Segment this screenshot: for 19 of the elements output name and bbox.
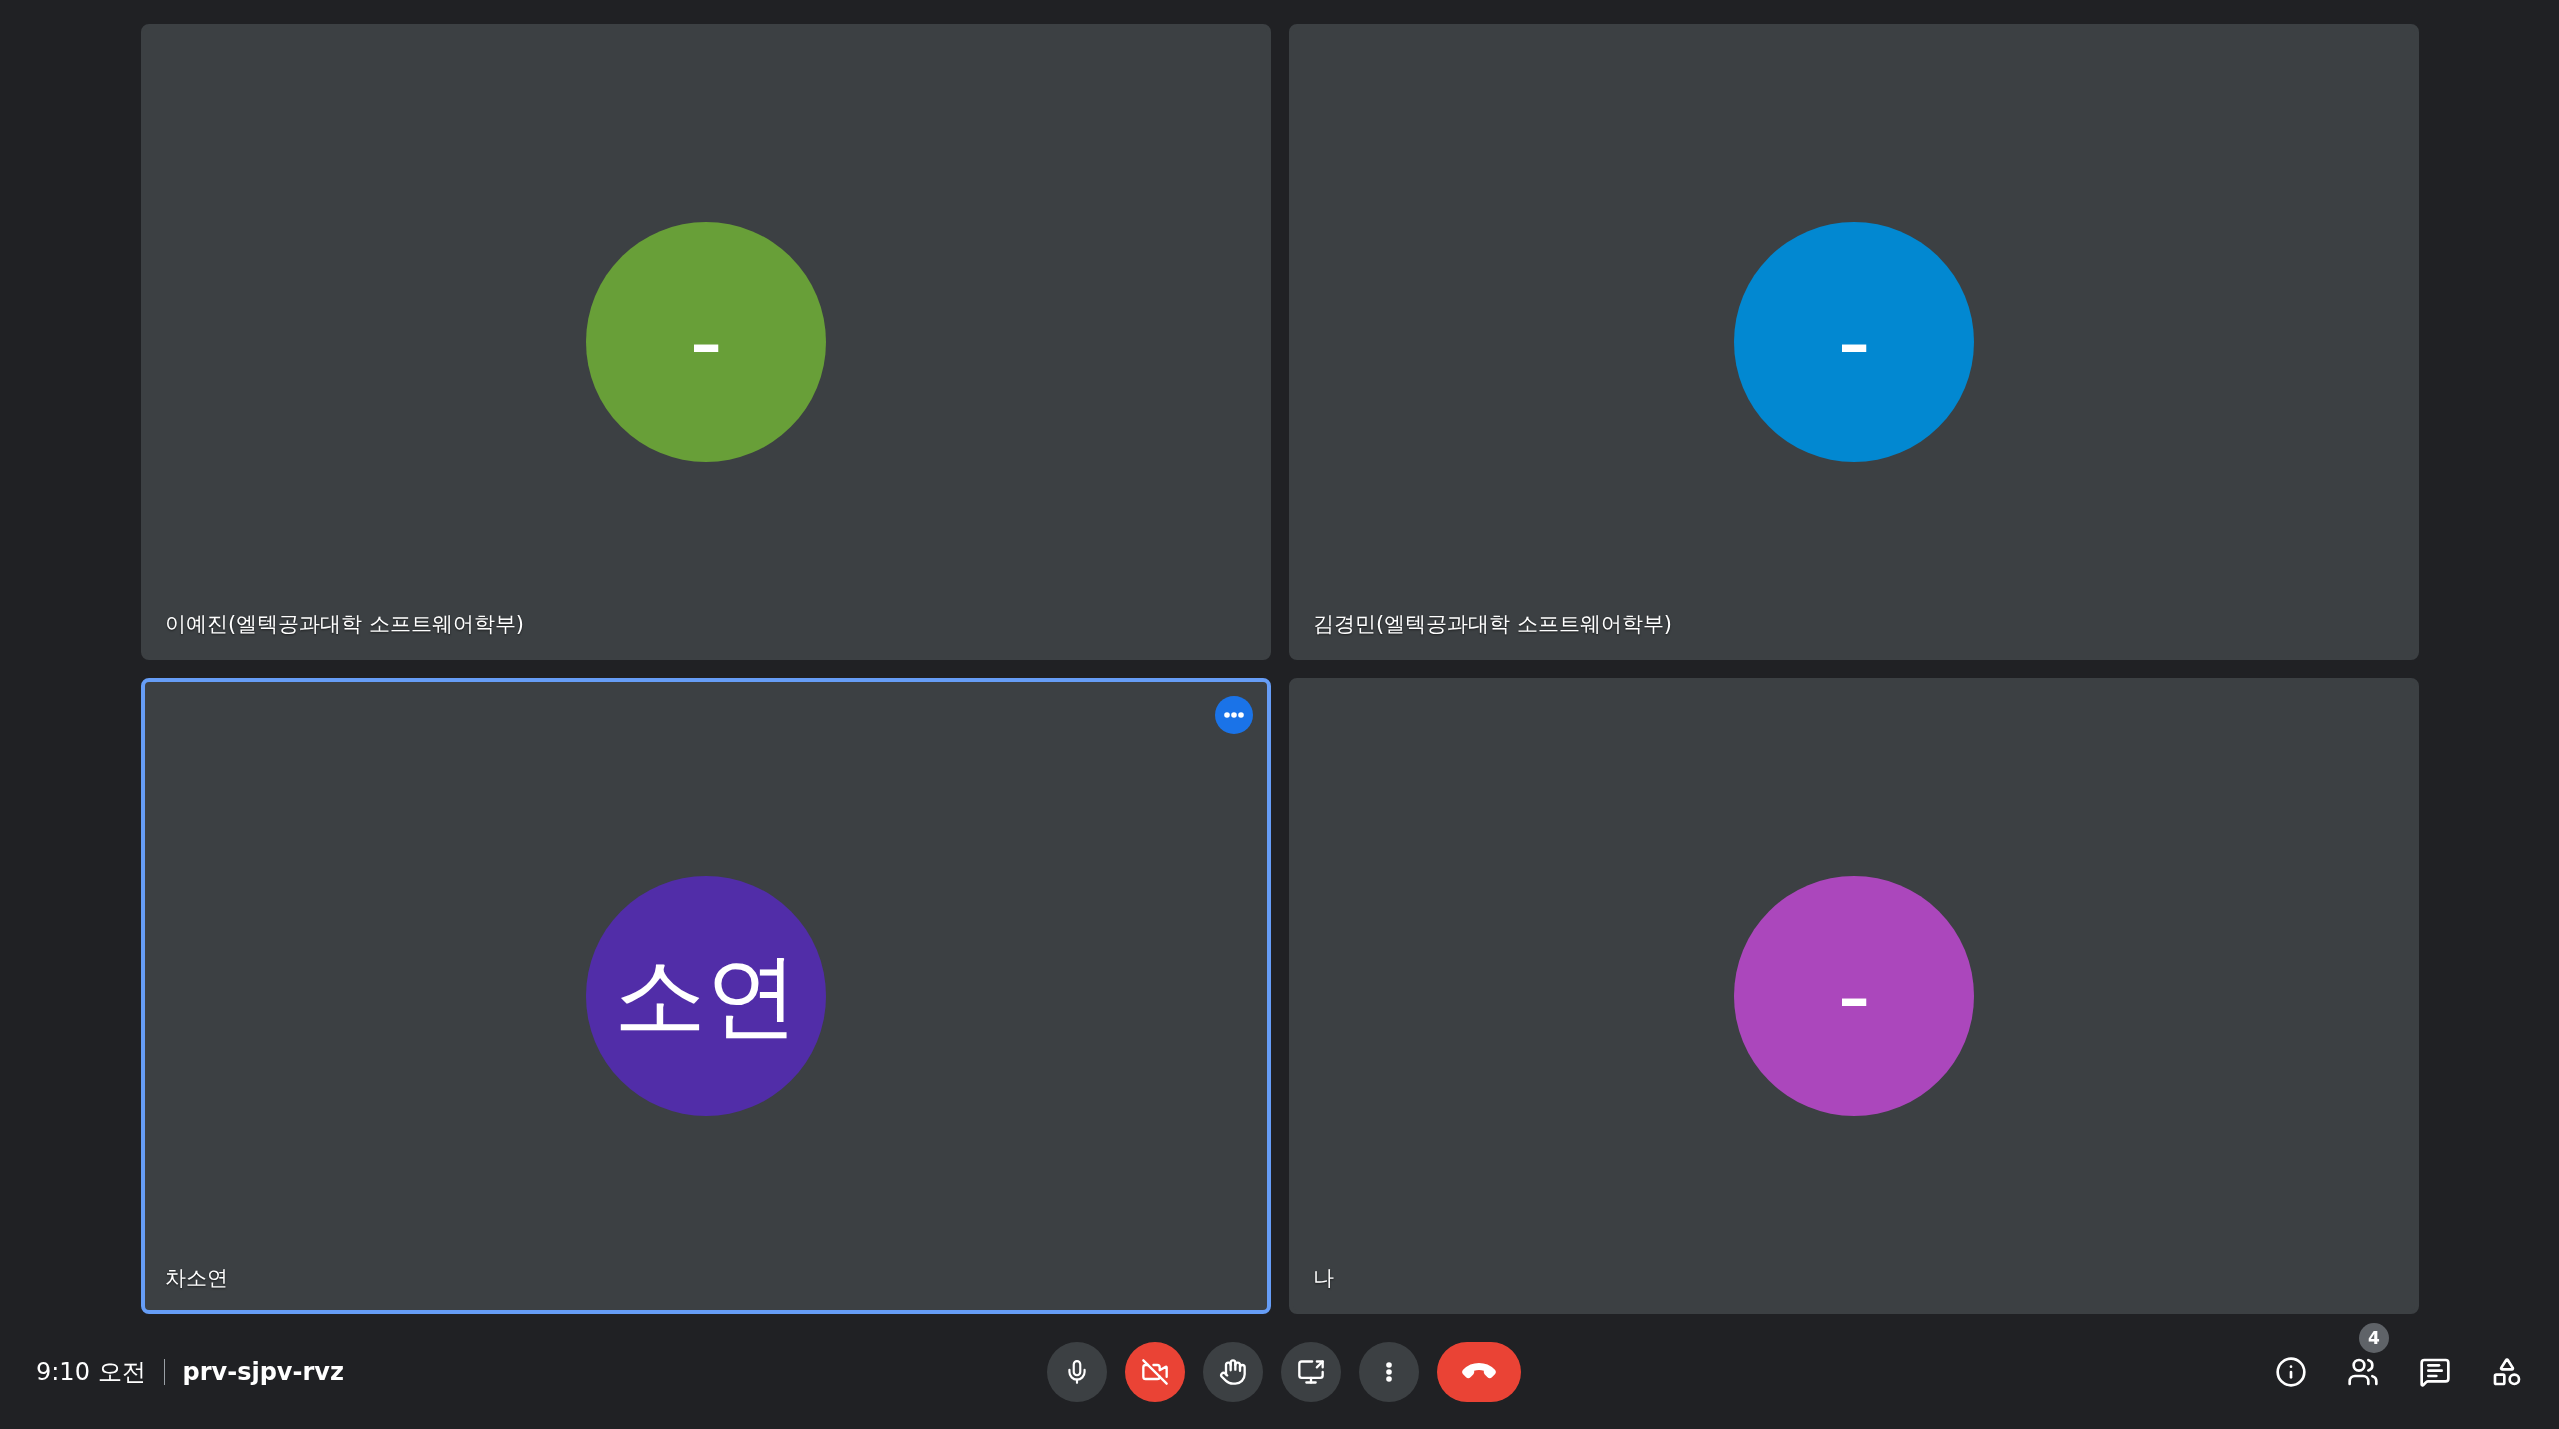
more-icon [1385,1361,1392,1382]
shapes-icon [2491,1355,2523,1388]
hand-icon [1218,1357,1247,1386]
count-badge: 4 [2359,1322,2389,1353]
avatar: - [1734,222,1974,462]
clock-time: 9:10 오전 [36,1356,146,1388]
more-icon [1224,712,1244,718]
present-screen-icon [1296,1357,1325,1386]
camera-off-icon [1140,1357,1169,1386]
avatar: - [586,222,826,462]
meeting-code: prv-sjpv-rvz [182,1357,344,1386]
participant-name: 김경민(엘텍공과대학 소프트웨어학부) [1313,611,1673,638]
participant-name: 차소연 [165,1265,228,1292]
avatar: - [1734,876,1974,1116]
participant-name: 이예진(엘텍공과대학 소프트웨어학부) [165,611,525,638]
tile-options-button[interactable] [1215,696,1253,734]
participant-name: 나 [1313,1265,1334,1292]
avatar: 소연 [586,876,826,1116]
info-icon [2275,1355,2307,1388]
